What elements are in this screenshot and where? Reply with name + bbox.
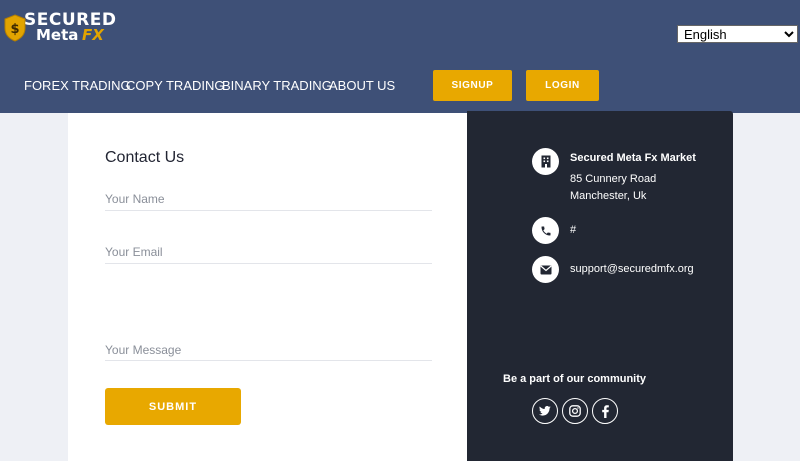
name-input[interactable] [105,187,432,211]
company-name: Secured Meta Fx Market [570,152,696,164]
phone-glyph [541,226,550,235]
contact-info-card: Secured Meta Fx Market 85 Cunnery Road M… [467,111,733,461]
facebook-icon[interactable] [592,398,618,424]
email-input[interactable] [105,240,432,264]
logo-text-meta: Meta [36,26,79,44]
building-icon [532,148,559,175]
submit-button[interactable]: SUBMIT [105,388,241,425]
nav-item-binary-trading[interactable]: BINARY TRADING [222,78,332,93]
svg-text:$: $ [10,22,19,37]
building-glyph [541,155,550,168]
message-input[interactable] [105,339,432,361]
nav-item-copy-trading[interactable]: COPY TRADING [126,78,224,93]
address-line1: 85 Cunnery Road [570,173,657,185]
login-button[interactable]: LOGIN [526,70,599,101]
envelope-glyph [539,265,552,274]
company-address: Secured Meta Fx Market 85 Cunnery Road M… [570,150,696,205]
envelope-icon [532,256,559,283]
address-line2: Manchester, Uk [570,190,647,202]
language-select[interactable]: English [677,25,798,43]
header: $ SECURED Meta FX English FOREX TRADING … [0,0,800,113]
phone-number[interactable]: # [570,222,576,239]
contact-title: Contact Us [105,149,185,166]
instagram-glyph [569,405,581,417]
support-email[interactable]: support@securedmfx.org [570,261,694,278]
facebook-glyph [601,404,609,418]
logo-text-fx: FX [82,26,104,44]
nav-item-about-us[interactable]: ABOUT US [329,78,395,93]
twitter-glyph [539,406,551,416]
community-title: Be a part of our community [503,373,647,385]
contact-form-card: Contact Us SUBMIT [68,113,468,461]
logo[interactable]: $ SECURED Meta FX [2,6,116,46]
signup-button[interactable]: SIGNUP [433,70,512,101]
nav-item-forex-trading[interactable]: FOREX TRADING [24,78,131,93]
twitter-icon[interactable] [532,398,558,424]
instagram-icon[interactable] [562,398,588,424]
phone-icon [532,217,559,244]
shield-logo-icon: $ [4,14,26,42]
